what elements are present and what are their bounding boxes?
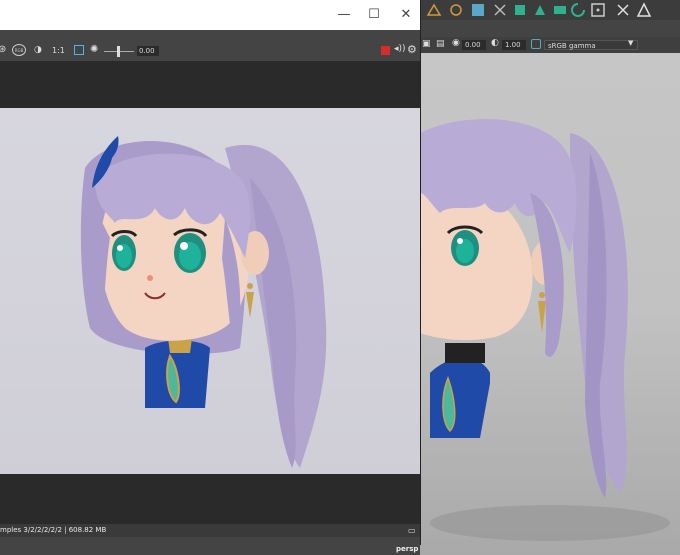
gamma-icon[interactable]: ◐ (491, 38, 499, 48)
shelf-icon[interactable] (448, 2, 464, 18)
maya-shelf (420, 0, 680, 21)
chevron-down-icon: ▼ (628, 39, 634, 47)
color-management-icon[interactable] (531, 39, 541, 49)
exposure-slider-handle[interactable] (117, 46, 120, 57)
gear-icon[interactable]: ⚙ (407, 43, 417, 56)
fit-frame-icon[interactable] (74, 45, 84, 55)
gamma-field[interactable]: 1.00 (502, 40, 526, 50)
folder-icon[interactable]: ▭ (408, 524, 416, 537)
maya-viewport-toolbar: ▣ ▤ ◉ 0.00 ◐ 1.00 sRGB gamma ▼ (420, 37, 680, 53)
shelf-icon[interactable] (590, 2, 606, 18)
view-toggle-icon[interactable]: ▣ (422, 39, 431, 49)
render-icon[interactable]: ⊛ (0, 44, 6, 55)
shelf-icon[interactable] (426, 2, 442, 18)
shelf-icon[interactable] (512, 2, 528, 18)
viewport-character-model (420, 119, 670, 541)
exposure-icon: ✺ (90, 44, 99, 55)
render-status-bar: mples 3/2/2/2/2/2 | 608.82 MB ▭ (0, 524, 420, 537)
render-view-toolbar: ⊛ RGB ◑ 1:1 ✺ 0.00 ◂)) ⚙ (0, 41, 420, 61)
render-view-canvas-bottom (0, 474, 420, 524)
shelf-icon[interactable] (470, 2, 486, 18)
render-view-window: — ☐ ✕ ⊛ RGB ◑ 1:1 ✺ 0.00 ◂)) ⚙ mples 3/2… (0, 0, 421, 545)
render-view-canvas-top (0, 61, 420, 108)
render-image (0, 108, 420, 474)
minimize-icon[interactable]: — (334, 6, 354, 24)
render-view-titlebar: — ☐ ✕ (0, 0, 420, 30)
colorspace-dropdown[interactable]: sRGB gamma (544, 40, 638, 50)
sound-icon[interactable]: ◂)) (394, 44, 406, 54)
shelf-icon[interactable] (615, 2, 631, 18)
rendered-character-image (80, 136, 327, 468)
shelf-icon[interactable] (552, 2, 568, 18)
exposure-icon[interactable]: ◉ (452, 38, 460, 48)
ratio-button[interactable]: 1:1 (52, 46, 65, 55)
stop-render-button[interactable] (381, 46, 390, 55)
camera-label: persp (396, 545, 419, 553)
maya-viewport[interactable] (420, 53, 680, 555)
shelf-icon[interactable] (532, 2, 548, 18)
close-icon[interactable]: ✕ (396, 6, 416, 24)
shelf-icon[interactable] (636, 2, 652, 18)
panel-icon[interactable]: ▤ (436, 39, 445, 49)
maximize-icon[interactable]: ☐ (364, 6, 384, 24)
shelf-icon[interactable] (570, 2, 586, 18)
region-render-icon[interactable]: RGB (12, 44, 26, 56)
shelf-icon[interactable] (492, 2, 508, 18)
exposure-field[interactable]: 0.00 (462, 40, 486, 50)
snapshot-icon[interactable]: ◑ (34, 45, 42, 55)
exposure-field[interactable]: 0.00 (137, 46, 159, 56)
render-status-text: mples 3/2/2/2/2/2 | 608.82 MB (0, 526, 107, 534)
